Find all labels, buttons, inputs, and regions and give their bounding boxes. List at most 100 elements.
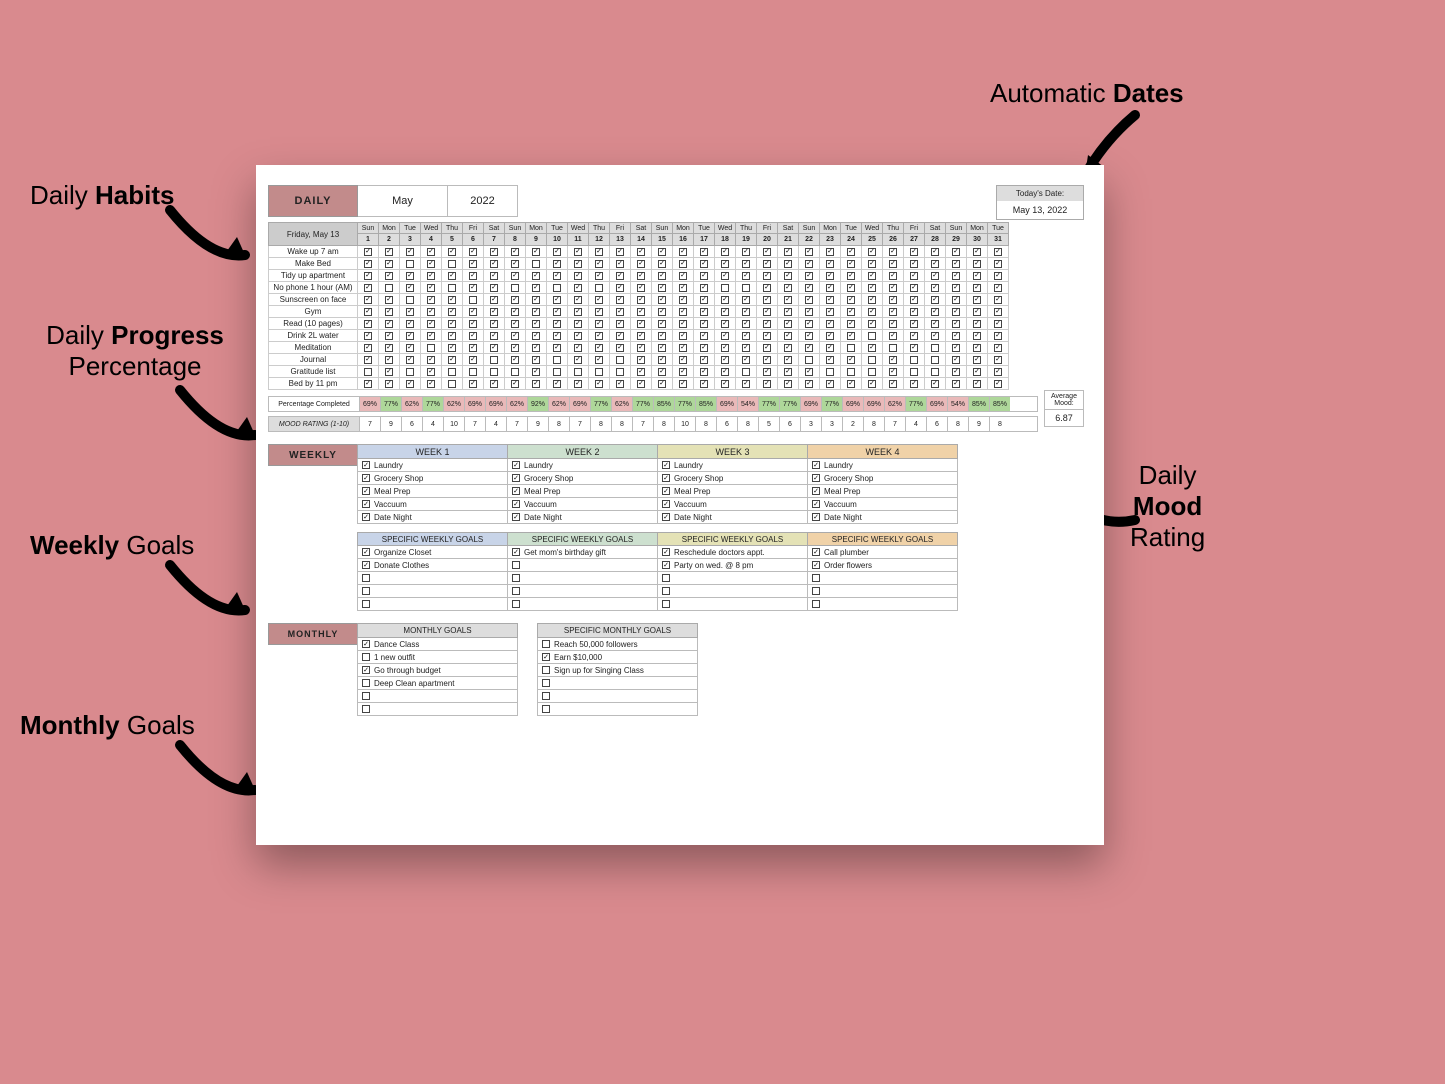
habit-checkbox[interactable] <box>385 332 393 340</box>
habit-checkbox[interactable] <box>763 320 771 328</box>
habit-checkbox[interactable] <box>658 332 666 340</box>
habit-checkbox[interactable] <box>364 344 372 352</box>
habit-checkbox[interactable] <box>595 272 603 280</box>
habit-checkbox[interactable] <box>805 272 813 280</box>
habit-checkbox[interactable] <box>427 308 435 316</box>
checkbox-icon[interactable] <box>812 600 820 608</box>
habit-checkbox[interactable] <box>994 308 1002 316</box>
habit-checkbox[interactable] <box>952 320 960 328</box>
habit-checkbox[interactable] <box>910 296 918 304</box>
habit-checkbox[interactable] <box>406 356 414 364</box>
checkbox-icon[interactable] <box>512 500 520 508</box>
checkbox-icon[interactable] <box>812 500 820 508</box>
mood-cell[interactable]: 7 <box>632 417 653 431</box>
habit-checkbox[interactable] <box>931 344 939 352</box>
checkbox-icon[interactable] <box>662 487 670 495</box>
habit-checkbox[interactable] <box>427 248 435 256</box>
habit-checkbox[interactable] <box>973 260 981 268</box>
checkbox-icon[interactable] <box>542 653 550 661</box>
checkbox-icon[interactable] <box>662 587 670 595</box>
habit-checkbox[interactable] <box>994 248 1002 256</box>
checkbox-icon[interactable] <box>662 574 670 582</box>
mood-cell[interactable]: 7 <box>464 417 485 431</box>
habit-checkbox[interactable] <box>763 308 771 316</box>
habit-checkbox[interactable] <box>532 308 540 316</box>
habit-checkbox[interactable] <box>469 284 477 292</box>
checkbox-icon[interactable] <box>362 487 370 495</box>
habit-checkbox[interactable] <box>616 308 624 316</box>
habit-checkbox[interactable] <box>469 296 477 304</box>
habit-checkbox[interactable] <box>931 284 939 292</box>
habit-checkbox[interactable] <box>868 320 876 328</box>
habit-checkbox[interactable] <box>952 344 960 352</box>
habit-checkbox[interactable] <box>364 296 372 304</box>
habit-checkbox[interactable] <box>805 296 813 304</box>
habit-checkbox[interactable] <box>931 308 939 316</box>
habit-checkbox[interactable] <box>721 380 729 388</box>
checkbox-icon[interactable] <box>662 500 670 508</box>
habit-checkbox[interactable] <box>910 356 918 364</box>
habit-checkbox[interactable] <box>511 296 519 304</box>
habit-checkbox[interactable] <box>637 356 645 364</box>
habit-checkbox[interactable] <box>532 368 540 376</box>
habit-checkbox[interactable] <box>658 344 666 352</box>
habit-checkbox[interactable] <box>658 296 666 304</box>
habit-checkbox[interactable] <box>511 260 519 268</box>
habit-checkbox[interactable] <box>574 356 582 364</box>
mood-cell[interactable]: 5 <box>758 417 779 431</box>
habit-checkbox[interactable] <box>385 308 393 316</box>
habit-checkbox[interactable] <box>679 284 687 292</box>
habit-checkbox[interactable] <box>784 344 792 352</box>
habit-checkbox[interactable] <box>847 248 855 256</box>
habit-checkbox[interactable] <box>931 272 939 280</box>
habit-checkbox[interactable] <box>847 308 855 316</box>
habit-checkbox[interactable] <box>784 308 792 316</box>
habit-checkbox[interactable] <box>679 308 687 316</box>
habit-checkbox[interactable] <box>700 272 708 280</box>
habit-checkbox[interactable] <box>973 380 981 388</box>
checkbox-icon[interactable] <box>362 640 370 648</box>
habit-checkbox[interactable] <box>469 308 477 316</box>
habit-checkbox[interactable] <box>700 320 708 328</box>
habit-checkbox[interactable] <box>784 284 792 292</box>
checkbox-icon[interactable] <box>362 653 370 661</box>
habit-checkbox[interactable] <box>973 332 981 340</box>
habit-checkbox[interactable] <box>469 260 477 268</box>
checkbox-icon[interactable] <box>542 640 550 648</box>
habit-checkbox[interactable] <box>868 308 876 316</box>
habit-checkbox[interactable] <box>700 368 708 376</box>
habit-checkbox[interactable] <box>826 368 834 376</box>
habit-checkbox[interactable] <box>910 272 918 280</box>
habit-checkbox[interactable] <box>952 248 960 256</box>
habit-checkbox[interactable] <box>805 368 813 376</box>
habit-checkbox[interactable] <box>448 344 456 352</box>
habit-checkbox[interactable] <box>448 380 456 388</box>
habit-checkbox[interactable] <box>973 272 981 280</box>
habit-checkbox[interactable] <box>469 332 477 340</box>
mood-cell[interactable]: 3 <box>800 417 821 431</box>
habit-checkbox[interactable] <box>553 308 561 316</box>
habit-checkbox[interactable] <box>490 260 498 268</box>
habit-checkbox[interactable] <box>952 260 960 268</box>
habit-checkbox[interactable] <box>490 332 498 340</box>
habit-checkbox[interactable] <box>763 344 771 352</box>
habit-checkbox[interactable] <box>511 248 519 256</box>
checkbox-icon[interactable] <box>362 666 370 674</box>
habit-checkbox[interactable] <box>532 272 540 280</box>
habit-checkbox[interactable] <box>721 260 729 268</box>
habit-checkbox[interactable] <box>406 380 414 388</box>
habit-checkbox[interactable] <box>784 272 792 280</box>
habit-checkbox[interactable] <box>595 248 603 256</box>
habit-checkbox[interactable] <box>637 380 645 388</box>
habit-checkbox[interactable] <box>616 380 624 388</box>
habit-checkbox[interactable] <box>364 248 372 256</box>
habit-checkbox[interactable] <box>889 380 897 388</box>
habit-checkbox[interactable] <box>616 356 624 364</box>
habit-checkbox[interactable] <box>595 308 603 316</box>
habit-checkbox[interactable] <box>406 272 414 280</box>
habit-checkbox[interactable] <box>406 344 414 352</box>
checkbox-icon[interactable] <box>512 513 520 521</box>
habit-checkbox[interactable] <box>847 332 855 340</box>
habit-checkbox[interactable] <box>574 284 582 292</box>
mood-cell[interactable]: 8 <box>947 417 968 431</box>
